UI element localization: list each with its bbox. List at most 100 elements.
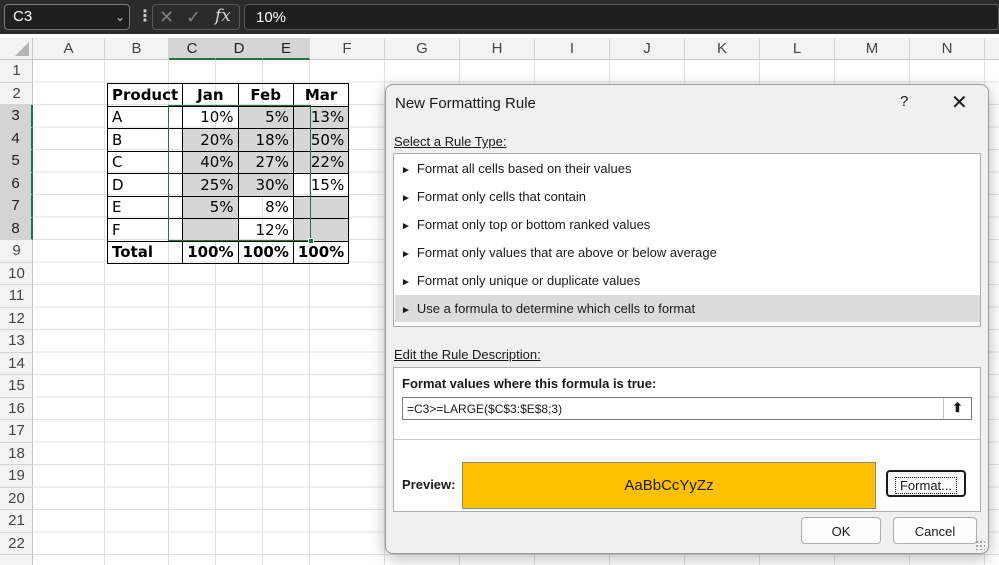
name-box[interactable]: C3 ⌄	[4, 4, 130, 30]
cell-product[interactable]: B	[106, 128, 184, 152]
header-jan[interactable]: Jan	[182, 83, 239, 107]
close-icon[interactable]: ✕	[951, 90, 968, 115]
arrow-right-icon: ►	[401, 221, 411, 232]
rule-type-item[interactable]: ► Format only unique or duplicate values	[395, 267, 980, 294]
row-header-7[interactable]: 7	[0, 195, 33, 218]
row-header-4[interactable]: 4	[0, 127, 33, 150]
cell-product[interactable]: F	[106, 218, 184, 242]
cell-jan[interactable]	[182, 218, 239, 242]
column-header-b[interactable]: B	[105, 38, 169, 60]
row-header-20[interactable]: 20	[0, 488, 33, 510]
cell-jan[interactable]: 10%	[182, 105, 239, 129]
rule-type-list[interactable]: ► Format all cells based on their values …	[393, 153, 981, 327]
cell-total-jan[interactable]: 100%	[182, 240, 239, 264]
format-button[interactable]: Format...	[886, 470, 966, 497]
edit-rule-description-label: Edit the Rule Description:	[394, 347, 541, 362]
resize-grip-icon[interactable]	[975, 540, 985, 550]
cell-mar[interactable]: 15%	[292, 173, 350, 197]
row-header-15[interactable]: 15	[0, 375, 33, 398]
cell-feb[interactable]: 8%	[237, 195, 294, 219]
ok-button[interactable]: OK	[801, 517, 881, 544]
row-header-3[interactable]: 3	[0, 105, 33, 128]
vertical-dots-icon[interactable]: ⋮	[137, 6, 153, 26]
column-header-i[interactable]: I	[535, 38, 610, 60]
header-mar[interactable]: Mar	[292, 83, 350, 107]
cell-feb[interactable]: 27%	[237, 150, 294, 174]
row-header-13[interactable]: 13	[0, 330, 33, 353]
cell-total-mar[interactable]: 100%	[292, 240, 350, 264]
row-header-14[interactable]: 14	[0, 353, 33, 375]
preview-label: Preview:	[402, 477, 456, 492]
help-button[interactable]: ?	[900, 93, 908, 110]
column-header-g[interactable]: G	[385, 38, 460, 60]
column-header-c[interactable]: C	[169, 38, 216, 60]
row-header-18[interactable]: 18	[0, 443, 33, 465]
rule-type-label: Format only cells that contain	[416, 189, 586, 204]
row-header-12[interactable]: 12	[0, 308, 33, 330]
formula-field[interactable]: =C3>=LARGE($C$3:$E$8;3) ⬆	[402, 397, 972, 420]
check-icon[interactable]: ✓	[186, 7, 201, 28]
header-feb[interactable]: Feb	[237, 83, 294, 107]
column-header-a[interactable]: A	[33, 38, 105, 60]
cell-total-label[interactable]: Total	[106, 240, 184, 264]
cell-mar[interactable]: 22%	[292, 150, 350, 174]
cell-mar[interactable]: 13%	[292, 105, 350, 129]
row-header-21[interactable]: 21	[0, 510, 33, 533]
column-header-h[interactable]: H	[460, 38, 535, 60]
header-product[interactable]: Product	[106, 83, 184, 107]
formula-field-value: =C3>=LARGE($C$3:$E$8;3)	[407, 402, 563, 416]
cell-feb[interactable]: 30%	[237, 173, 294, 197]
row-header-11[interactable]: 11	[0, 285, 33, 308]
cell-jan[interactable]: 20%	[182, 128, 239, 152]
column-header-m[interactable]: M	[835, 38, 910, 60]
cell-feb[interactable]: 12%	[237, 218, 294, 242]
rule-type-item[interactable]: ► Format only top or bottom ranked values	[395, 211, 980, 238]
cell-product[interactable]: D	[106, 173, 184, 197]
cell-feb[interactable]: 5%	[237, 105, 294, 129]
row-header-16[interactable]: 16	[0, 398, 33, 420]
row-header-22[interactable]: 22	[0, 533, 33, 555]
row-header-1[interactable]: 1	[0, 60, 33, 83]
cell-mar[interactable]	[292, 195, 350, 219]
column-header-l[interactable]: L	[760, 38, 835, 60]
select-all-corner[interactable]	[0, 38, 33, 60]
column-header-e[interactable]: E	[263, 38, 310, 60]
cancel-button[interactable]: Cancel	[893, 517, 977, 544]
formula-input[interactable]: 10%	[244, 4, 999, 30]
row-header-10[interactable]: 10	[0, 263, 33, 285]
row-header-8[interactable]: 8	[0, 217, 33, 240]
rule-type-item-selected[interactable]: ► Use a formula to determine which cells …	[395, 295, 980, 322]
cell-jan[interactable]: 25%	[182, 173, 239, 197]
rule-type-item[interactable]: ► Format only cells that contain	[395, 183, 980, 210]
x-icon[interactable]: ✕	[159, 7, 174, 28]
cell-jan[interactable]: 5%	[182, 195, 239, 219]
row-header-19[interactable]: 19	[0, 465, 33, 488]
row-header-5[interactable]: 5	[0, 150, 33, 173]
row-header-6[interactable]: 6	[0, 172, 33, 195]
select-rule-type-label: Select a Rule Type:	[394, 134, 507, 149]
row-header-2[interactable]: 2	[0, 83, 33, 105]
cell-product[interactable]: C	[106, 150, 184, 174]
row-header-17[interactable]: 17	[0, 420, 33, 443]
rule-type-item[interactable]: ► Format only values that are above or be…	[395, 239, 980, 266]
chevron-down-icon[interactable]: ⌄	[115, 10, 125, 24]
cell-mar[interactable]	[292, 218, 350, 242]
fx-icon[interactable]: fx	[215, 6, 231, 26]
format-button-label: Format...	[894, 477, 957, 494]
column-header-n[interactable]: N	[910, 38, 985, 60]
row-header-9[interactable]: 9	[0, 240, 33, 263]
column-header-j[interactable]: J	[610, 38, 685, 60]
cell-product[interactable]: A	[106, 105, 184, 129]
cell-jan[interactable]: 40%	[182, 150, 239, 174]
column-header-k[interactable]: K	[685, 38, 760, 60]
rule-type-item[interactable]: ► Format all cells based on their values	[395, 155, 980, 182]
table-row: A 10% 5% 13%	[106, 105, 350, 129]
cell-total-feb[interactable]: 100%	[237, 240, 294, 264]
column-header-f[interactable]: F	[310, 38, 385, 60]
cell-product[interactable]: E	[106, 195, 184, 219]
cell-feb[interactable]: 18%	[237, 128, 294, 152]
column-header-d[interactable]: D	[216, 38, 263, 60]
cell-mar[interactable]: 50%	[292, 128, 350, 152]
collapse-dialog-icon[interactable]: ⬆	[943, 398, 971, 419]
table-header-row: Product Jan Feb Mar	[106, 83, 350, 107]
